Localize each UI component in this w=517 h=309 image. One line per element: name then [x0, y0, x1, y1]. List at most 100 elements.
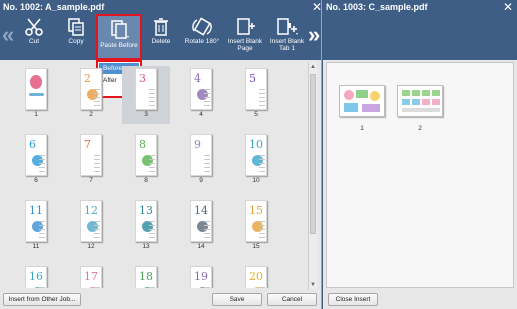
page-number-label: 5: [254, 111, 258, 118]
page-thumbnail[interactable]: 99: [177, 132, 225, 190]
page-preview: 20: [245, 266, 267, 288]
scroll-left-icon[interactable]: «: [2, 22, 14, 48]
page-thumbnail[interactable]: 88: [122, 132, 170, 190]
page-number-glyph: 18: [139, 270, 153, 283]
left-scrollbar[interactable]: ▲ ▼: [308, 62, 317, 290]
page-number-glyph: 12: [84, 204, 98, 217]
page-thumbnail[interactable]: 16: [12, 264, 60, 288]
page-number-label: 6: [34, 177, 38, 184]
cancel-button[interactable]: Cancel: [267, 293, 317, 306]
copy-icon: [68, 18, 84, 36]
scroll-up-icon[interactable]: ▲: [310, 64, 316, 70]
page-thumbnail[interactable]: 33: [122, 66, 170, 124]
page-thumbnail[interactable]: 55: [232, 66, 280, 124]
page-preview: 3: [135, 68, 157, 110]
save-button[interactable]: Save: [212, 293, 262, 306]
page-number-glyph: 14: [194, 204, 208, 217]
scroll-right-icon[interactable]: »: [308, 22, 320, 48]
page-number-label: 7: [89, 177, 93, 184]
page-thumbnail[interactable]: 15 15: [232, 198, 280, 256]
insert-blank-page-label: Insert Blank: [227, 38, 263, 45]
page-number-label: 14: [197, 243, 205, 250]
page-number-label: 12: [87, 243, 95, 250]
left-window-title: No. 1002: A_sample.pdf: [0, 0, 321, 14]
right-job-window: No. 1003: C_sample.pdf ✕ 1 2 Close Inser…: [323, 0, 517, 309]
cut-label: Cut: [28, 38, 40, 45]
source-page-label: 2: [418, 125, 422, 132]
insert-page-icon: [237, 18, 255, 35]
insert-tab-icon: [277, 18, 298, 35]
page-preview: 16: [25, 266, 47, 288]
rotate-180-button[interactable]: Rotate 180°: [182, 14, 222, 60]
page-number-glyph: 20: [249, 270, 263, 283]
paste-before-button[interactable]: Paste Before: [96, 14, 142, 60]
page-number-glyph: 15: [249, 204, 263, 217]
delete-button[interactable]: Delete: [146, 14, 176, 60]
source-page-thumbnail[interactable]: [339, 85, 385, 117]
left-close-icon[interactable]: ✕: [312, 0, 322, 14]
page-preview: 7: [80, 134, 102, 176]
insert-from-other-job-button[interactable]: Insert from Other Job...: [3, 293, 81, 306]
left-footer: Insert from Other Job... Save Cancel: [0, 290, 321, 309]
page-number-glyph: 13: [139, 204, 153, 217]
close-insert-button[interactable]: Close Insert: [328, 293, 378, 306]
page-thumbnail[interactable]: 20: [232, 264, 280, 288]
page-thumbnail[interactable]: 12 12: [67, 198, 115, 256]
cut-button[interactable]: Cut: [18, 14, 50, 60]
page-preview: 19: [190, 266, 212, 288]
page-preview: 8: [135, 134, 157, 176]
page-number-label: 1: [34, 111, 38, 118]
page-preview: 2: [80, 68, 102, 110]
page-thumbnail[interactable]: 17: [67, 264, 115, 288]
page-number-label: 8: [144, 177, 148, 184]
source-page-thumbnail[interactable]: [397, 85, 443, 117]
page-preview: 14: [190, 200, 212, 242]
page-preview: 17: [80, 266, 102, 288]
page-number-glyph: 3: [139, 72, 146, 85]
right-close-icon[interactable]: ✕: [503, 0, 513, 14]
page-thumbnail[interactable]: 14 14: [177, 198, 225, 256]
rotate-label: Rotate 180°: [184, 38, 220, 45]
page-number-glyph: 2: [84, 72, 91, 85]
paste-before-label: Paste Before: [100, 42, 138, 49]
page-thumbnail[interactable]: 10 10: [232, 132, 280, 190]
source-page-label: 1: [360, 125, 364, 132]
insert-blank-tab-button[interactable]: Insert Blank Tab 1: [266, 14, 308, 60]
page-number-glyph: 19: [194, 270, 208, 283]
insert-blank-page-button[interactable]: Insert Blank Page: [224, 14, 266, 60]
page-number-glyph: 17: [84, 270, 98, 283]
right-window-title: No. 1003: C_sample.pdf: [323, 0, 517, 14]
page-thumbnail[interactable]: 11 11: [12, 198, 60, 256]
page-preview: 10: [245, 134, 267, 176]
page-thumbnail[interactable]: 22: [67, 66, 115, 124]
page-preview: [25, 68, 47, 110]
page-number-glyph: 5: [249, 72, 256, 85]
page-number-glyph: 10: [249, 138, 263, 151]
page-number-label: 11: [32, 243, 40, 250]
page-thumbnail[interactable]: 13 13: [122, 198, 170, 256]
page-number-glyph: 11: [29, 204, 43, 217]
page-number-label: 3: [144, 111, 148, 118]
page-number-label: 13: [142, 243, 150, 250]
insert-blank-tab-label: Insert Blank: [269, 38, 305, 45]
copy-label: Copy: [68, 38, 84, 45]
page-number-glyph: 8: [139, 138, 146, 151]
insert-blank-tab-label-2: Tab 1: [279, 45, 295, 52]
page-preview: 15: [245, 200, 267, 242]
page-thumbnail[interactable]: 66: [12, 132, 60, 190]
page-preview: 12: [80, 200, 102, 242]
page-preview: 4: [190, 68, 212, 110]
page-number-glyph: 9: [194, 138, 201, 151]
page-thumbnail[interactable]: 44: [177, 66, 225, 124]
scroll-down-icon[interactable]: ▼: [310, 282, 316, 288]
page-number-label: 10: [252, 177, 260, 184]
page-thumbnail[interactable]: 18: [122, 264, 170, 288]
left-scroll-thumb[interactable]: [310, 74, 316, 234]
delete-label: Delete: [151, 38, 171, 45]
page-thumbnail[interactable]: 1: [12, 66, 60, 124]
copy-button[interactable]: Copy: [60, 14, 92, 60]
page-preview: 13: [135, 200, 157, 242]
page-thumbnail-grid: 1 2 2 3 3 4 4 5 5 6 6 7 7 8 8 9 9 10 10 11 11 12 12 13 13 14 14 15 1…: [6, 62, 306, 288]
page-thumbnail[interactable]: 77: [67, 132, 115, 190]
page-thumbnail[interactable]: 19: [177, 264, 225, 288]
